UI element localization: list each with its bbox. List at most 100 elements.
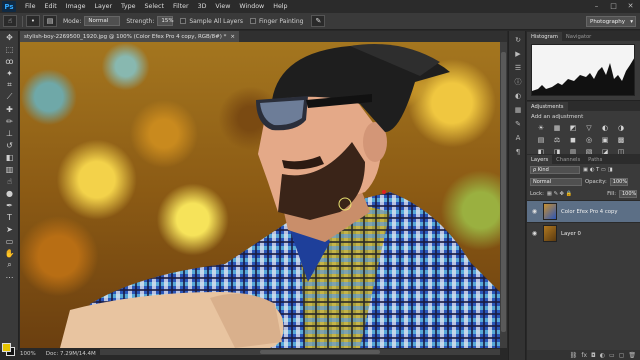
trash-icon[interactable]: 🗑 (628, 352, 636, 359)
exposure-icon[interactable]: ▽ (583, 123, 595, 133)
tab-paths[interactable]: Paths (584, 155, 606, 164)
shape-tool-icon[interactable]: ▭ (2, 235, 17, 247)
swatches-icon[interactable]: ▦ (511, 104, 525, 115)
visibility-eye-icon[interactable]: ◉ (530, 230, 539, 237)
pressure-icon[interactable]: ✎ (311, 15, 326, 27)
tab-adjustments[interactable]: Adjustments (527, 102, 568, 111)
document-canvas[interactable] (20, 42, 500, 348)
info-icon[interactable]: ⓘ (511, 76, 525, 87)
smudge-tool-icon[interactable]: ☝ (2, 175, 17, 187)
filter-icons[interactable]: ▣ ◐ T ▭ ◨ (583, 167, 613, 173)
menu-layer[interactable]: Layer (94, 3, 112, 10)
type-tool-icon[interactable]: T (2, 211, 17, 223)
dodge-tool-icon[interactable]: ● (2, 187, 17, 199)
menu-view[interactable]: View (215, 3, 230, 10)
path-selection-tool-icon[interactable]: ➤ (2, 223, 17, 235)
history-icon[interactable]: ↻ (511, 34, 525, 45)
menu-filter[interactable]: Filter (173, 3, 189, 10)
tab-navigator[interactable]: Navigator (562, 32, 595, 41)
menu-edit[interactable]: Edit (45, 3, 57, 10)
minimize-button[interactable]: – (590, 1, 603, 11)
vibrance-icon[interactable]: ◐ (599, 123, 611, 133)
move-tool-icon[interactable]: ✥ (2, 31, 17, 43)
color-balance-icon[interactable]: ▤ (535, 135, 547, 145)
more-tools-icon[interactable]: ⋯ (2, 271, 17, 283)
zoom-tool-icon[interactable]: ⌕ (2, 259, 17, 271)
color-icon[interactable]: ◐ (511, 90, 525, 101)
new-layer-icon[interactable]: ▢ (619, 352, 625, 359)
healing-brush-tool-icon[interactable]: ✚ (2, 103, 17, 115)
strength-input[interactable]: 15% (157, 16, 174, 26)
layer-name[interactable]: Layer 0 (561, 231, 581, 237)
workspace-select[interactable]: Photography ▾ (586, 16, 636, 27)
levels-icon[interactable]: ▦ (551, 123, 563, 133)
pen-tool-icon[interactable]: ✒ (2, 199, 17, 211)
smudge-tool-preset-icon[interactable]: ☝ (3, 15, 17, 27)
tab-histogram[interactable]: Histogram (527, 32, 562, 41)
tab-layers[interactable]: Layers (527, 155, 553, 164)
brush-presets-icon[interactable]: ✎ (511, 118, 525, 129)
maximize-button[interactable]: □ (607, 1, 620, 11)
eyedropper-tool-icon[interactable]: ⟋ (2, 91, 17, 103)
crop-tool-icon[interactable]: ⌗ (2, 79, 17, 91)
tab-channels[interactable]: Channels (552, 155, 584, 164)
clone-stamp-tool-icon[interactable]: ⊥ (2, 127, 17, 139)
zoom-level[interactable]: 100% (20, 351, 36, 357)
blend-mode-select[interactable]: Normal (530, 178, 582, 186)
link-layers-icon[interactable]: ⛓ (570, 352, 578, 359)
layer-name[interactable]: Color Efex Pro 4 copy (561, 209, 618, 215)
opacity-label: Opacity: (585, 179, 607, 185)
visibility-eye-icon[interactable]: ◉ (530, 208, 539, 215)
curves-icon[interactable]: ◩ (567, 123, 579, 133)
color-lookup-icon[interactable]: ▣ (599, 135, 611, 145)
mode-select[interactable]: Normal (84, 16, 121, 26)
kind-filter-select[interactable]: ρ Kind (530, 166, 580, 174)
marquee-tool-icon[interactable]: ⬚ (2, 43, 17, 55)
brush-panel-icon[interactable]: ▤ (43, 15, 57, 27)
close-tab-icon[interactable]: × (230, 34, 235, 40)
hue-saturation-icon[interactable]: ◑ (615, 123, 627, 133)
invert-icon[interactable]: ▩ (615, 135, 627, 145)
menu-select[interactable]: Select (145, 3, 164, 10)
menu-file[interactable]: File (25, 3, 36, 10)
vertical-scrollbar[interactable] (500, 42, 507, 348)
menu-image[interactable]: Image (66, 3, 86, 10)
add-mask-icon[interactable]: ◘ (591, 352, 596, 359)
brush-tool-icon[interactable]: ✏ (2, 115, 17, 127)
actions-icon[interactable]: ▶ (511, 48, 525, 59)
quick-select-tool-icon[interactable]: ✦ (2, 67, 17, 79)
paragraph-icon[interactable]: ¶ (511, 146, 525, 157)
lasso-tool-icon[interactable]: ꝏ (2, 55, 17, 67)
character-icon[interactable]: A (511, 132, 525, 143)
eraser-tool-icon[interactable]: ◧ (2, 151, 17, 163)
layer-row[interactable]: ◉ Color Efex Pro 4 copy (527, 200, 640, 222)
finger-painting-checkbox[interactable] (249, 18, 256, 24)
menu-3d[interactable]: 3D (198, 3, 207, 10)
foreground-color-swatch[interactable] (2, 343, 11, 352)
history-brush-tool-icon[interactable]: ↺ (2, 139, 17, 151)
gradient-tool-icon[interactable]: ▥ (2, 163, 17, 175)
properties-icon[interactable]: ☰ (511, 62, 525, 73)
new-group-icon[interactable]: ▭ (609, 352, 615, 359)
document-tab[interactable]: stylish-boy-2269500_1920.jpg @ 100% (Col… (20, 31, 240, 42)
fill-input[interactable]: 100% (619, 190, 637, 198)
photo-filter-icon[interactable]: ◼ (567, 135, 579, 145)
layer-row[interactable]: ◉ Layer 0 (527, 222, 640, 244)
menu-help[interactable]: Help (273, 3, 287, 10)
new-adjustment-icon[interactable]: ◐ (600, 352, 605, 359)
horizontal-scrollbar[interactable] (100, 349, 500, 355)
hand-tool-icon[interactable]: ✋ (2, 247, 17, 259)
layer-style-icon[interactable]: fx (581, 352, 587, 359)
menu-type[interactable]: Type (121, 3, 135, 10)
black-white-icon[interactable]: ⚖ (551, 135, 563, 145)
sample-all-layers-checkbox[interactable] (180, 18, 187, 24)
brush-size-icon[interactable]: • (26, 15, 40, 27)
channel-mixer-icon[interactable]: ◎ (583, 135, 595, 145)
vertical-scroll-thumb[interactable] (501, 52, 506, 332)
menu-window[interactable]: Window (239, 3, 264, 10)
horizontal-scroll-thumb[interactable] (260, 350, 380, 354)
brightness-contrast-icon[interactable]: ☀ (535, 123, 547, 133)
close-button[interactable]: ✕ (624, 1, 637, 11)
opacity-input[interactable]: 100% (609, 178, 628, 186)
lock-icons[interactable]: ▦ ✎ ✥ 🔒 (547, 191, 573, 197)
